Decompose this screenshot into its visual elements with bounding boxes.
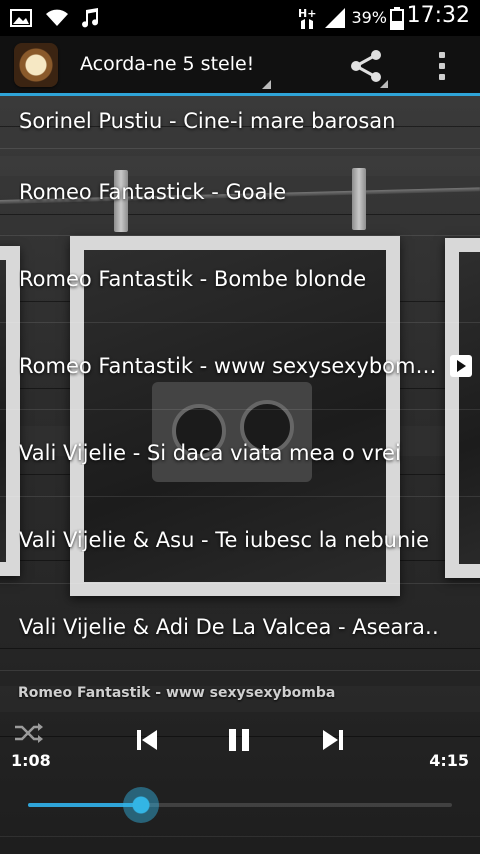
share-icon[interactable] bbox=[346, 48, 386, 84]
svg-text:H+: H+ bbox=[298, 7, 316, 20]
song-title: Sorinel Pustiu - Cine-i mare barosan bbox=[19, 109, 396, 133]
next-icon[interactable] bbox=[320, 726, 346, 754]
song-row[interactable]: Romeo Fantastick - Goale bbox=[0, 149, 480, 236]
shuffle-icon[interactable] bbox=[14, 722, 44, 744]
song-row[interactable]: Vali Vijelie - Si daca viata mea o vrei bbox=[0, 410, 480, 497]
rate-app-title[interactable]: Acorda-ne 5 stele! bbox=[80, 53, 254, 75]
music-note-icon bbox=[82, 8, 99, 28]
song-title: Romeo Fantastick - Goale bbox=[19, 180, 287, 204]
battery-icon bbox=[390, 7, 404, 30]
status-bar: H+ 39% 17:32 bbox=[0, 0, 480, 36]
song-row[interactable]: Vali Vijelie & Asu - Te iubesc la nebuni… bbox=[0, 497, 480, 584]
divider bbox=[0, 836, 480, 837]
wifi-icon bbox=[46, 9, 68, 26]
now-playing-indicator-icon bbox=[450, 355, 472, 377]
song-row-playing[interactable]: Romeo Fantastik - www sexysexybom… bbox=[0, 323, 480, 410]
song-title: Romeo Fantastik - Bombe blonde bbox=[19, 267, 367, 291]
gallery-icon bbox=[10, 9, 32, 27]
song-row[interactable]: Vali Vijelie & Adi De La Valcea - Aseara… bbox=[0, 584, 480, 671]
share-caret-icon bbox=[380, 80, 388, 88]
dropdown-caret-icon bbox=[262, 80, 271, 89]
clock: 17:32 bbox=[406, 3, 470, 28]
h-plus-network-icon: H+ bbox=[298, 7, 316, 29]
battery-percent: 39% bbox=[351, 8, 387, 27]
song-title: Vali Vijelie & Asu - Te iubesc la nebuni… bbox=[19, 528, 430, 552]
elapsed-time: 1:08 bbox=[11, 751, 51, 770]
signal-icon bbox=[325, 8, 345, 28]
song-row[interactable]: Sorinel Pustiu - Cine-i mare barosan bbox=[0, 95, 480, 149]
song-title: Vali Vijelie & Adi De La Valcea - Aseara… bbox=[19, 615, 440, 639]
song-list: Sorinel Pustiu - Cine-i mare barosan Rom… bbox=[0, 95, 480, 671]
overflow-menu-icon[interactable] bbox=[430, 48, 454, 84]
seek-thumb[interactable] bbox=[123, 787, 159, 823]
pause-icon[interactable] bbox=[226, 726, 252, 754]
action-bar: Acorda-ne 5 stele! bbox=[0, 36, 480, 96]
total-time: 4:15 bbox=[429, 751, 469, 770]
song-row[interactable]: Romeo Fantastik - Bombe blonde bbox=[0, 236, 480, 323]
seek-bar[interactable] bbox=[28, 787, 452, 823]
now-playing-title: Romeo Fantastik - www sexysexybomba bbox=[18, 685, 336, 701]
song-title: Vali Vijelie - Si daca viata mea o vrei bbox=[19, 441, 401, 465]
song-title: Romeo Fantastik - www sexysexybom… bbox=[19, 354, 437, 378]
app-logo-icon[interactable] bbox=[14, 43, 58, 87]
previous-icon[interactable] bbox=[134, 726, 160, 754]
